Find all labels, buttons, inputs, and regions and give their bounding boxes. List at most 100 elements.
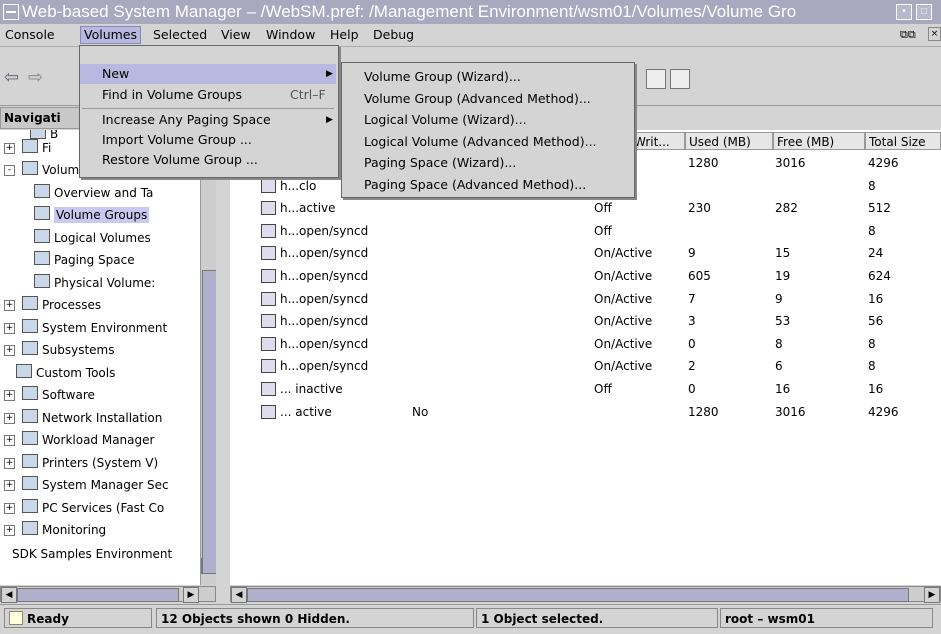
table-cell-state: On/Active bbox=[594, 269, 653, 283]
table-row[interactable]: h...open/syncd On/Active 9 15 24 bbox=[230, 242, 941, 264]
table-cell-name: ... inactive bbox=[280, 382, 343, 396]
menu-console-label: Console bbox=[5, 27, 55, 42]
column-header-free[interactable]: Free (MB) bbox=[773, 132, 865, 150]
table-row[interactable]: h...open/syncd On/Active 605 19 624 bbox=[230, 265, 941, 287]
menu-selected[interactable]: Selected bbox=[150, 27, 210, 43]
column-header-total[interactable]: Total Size bbox=[865, 132, 941, 150]
tree-item-label: PC Services (Fast Co bbox=[42, 501, 165, 515]
minimize-icon[interactable]: • bbox=[896, 4, 912, 20]
table-row[interactable]: ... inactive Off 0 16 16 bbox=[230, 378, 941, 400]
scroll-right-arrow-icon[interactable]: ▶ bbox=[183, 587, 199, 603]
window-menu-icon[interactable] bbox=[3, 4, 19, 20]
table-row[interactable]: h...open/syncd On/Active 3 53 56 bbox=[230, 310, 941, 332]
menu-console[interactable]: Console bbox=[2, 27, 58, 43]
table-row[interactable]: h...open/syncd On/Active 0 8 8 bbox=[230, 333, 941, 355]
menu-item-increase-paging-label: Increase Any Paging Space bbox=[102, 112, 271, 127]
subsystems-icon bbox=[22, 341, 38, 355]
table-cell-state: Off bbox=[594, 201, 612, 216]
undock-icon[interactable]: ⧉⧉ bbox=[900, 28, 916, 42]
menu-item-new[interactable]: New ▶ bbox=[80, 64, 336, 84]
menu-selected-label: Selected bbox=[153, 27, 208, 42]
submenu-item[interactable]: Volume Group (Advanced Method)... bbox=[342, 89, 632, 109]
tree-item-label: System Environment bbox=[42, 321, 168, 335]
expand-icon[interactable]: + bbox=[4, 503, 15, 514]
expand-icon[interactable]: + bbox=[4, 390, 15, 401]
table-cell-total: 4296 bbox=[868, 156, 899, 170]
expand-icon[interactable]: + bbox=[4, 300, 15, 311]
expand-icon[interactable]: + bbox=[4, 413, 15, 424]
tree-item-label: Printers (System V) bbox=[42, 456, 159, 470]
table-row[interactable]: ... active No 1280 3016 4296 bbox=[230, 401, 941, 423]
submenu-item[interactable]: Paging Space (Wizard)... bbox=[342, 153, 632, 173]
menu-separator bbox=[82, 108, 334, 109]
forward-arrow-icon[interactable]: ⇨ bbox=[28, 67, 43, 88]
menu-item-increase-paging[interactable]: Increase Any Paging Space ▶ bbox=[80, 110, 336, 130]
tree-view-icon[interactable] bbox=[646, 69, 666, 89]
table-row[interactable]: h...open/syncd On/Active 7 9 16 bbox=[230, 288, 941, 310]
menu-debug-label: Debug bbox=[373, 27, 415, 42]
table-cell-name: ... active bbox=[280, 404, 332, 419]
window-title-bar[interactable]: Web-based System Manager – /WebSM.pref: … bbox=[0, 0, 941, 24]
table-cell-name: h...active bbox=[280, 201, 336, 216]
table-cell-name: h...open/syncd bbox=[280, 314, 369, 329]
table-cell-state: Off bbox=[594, 382, 612, 396]
network-install-icon bbox=[22, 409, 38, 423]
submenu-item[interactable]: Volume Group (Wizard)... bbox=[342, 67, 632, 87]
scroll-left-arrow-icon[interactable]: ◀ bbox=[1, 587, 17, 603]
pane-splitter[interactable] bbox=[216, 107, 230, 587]
submenu-item[interactable]: Paging Space (Advanced Method)... bbox=[342, 175, 632, 195]
table-row[interactable]: h...active Off 230 282 512 bbox=[230, 197, 941, 219]
menu-item-find[interactable]: Find in Volume Groups Ctrl–F bbox=[80, 85, 336, 105]
menu-view[interactable]: View bbox=[218, 27, 254, 43]
tree-horizontal-scrollbar[interactable]: ◀ ▶ bbox=[0, 586, 216, 603]
close-icon[interactable]: × bbox=[928, 27, 941, 41]
expand-icon[interactable]: + bbox=[4, 323, 15, 334]
column-header-writ[interactable]: Writ... bbox=[630, 132, 685, 150]
navigation-tree: B + Fi - Volumes Overview and Ta Volume Groups… bbox=[0, 130, 200, 585]
collapse-icon[interactable]: - bbox=[4, 165, 15, 176]
details-view-icon[interactable] bbox=[670, 69, 690, 89]
tree-item-label: Paging Space bbox=[54, 253, 135, 267]
menu-window[interactable]: Window bbox=[263, 27, 318, 43]
menu-item-restore[interactable]: Restore Volume Group ... bbox=[80, 150, 336, 170]
submenu-item-label: Paging Space (Wizard)... bbox=[364, 155, 517, 170]
menu-debug[interactable]: Debug bbox=[370, 27, 417, 43]
table-cell-used: 605 bbox=[688, 269, 711, 283]
expand-icon[interactable]: + bbox=[4, 480, 15, 491]
table-cell-total: 624 bbox=[868, 269, 891, 283]
tree-hscroll-thumb[interactable] bbox=[17, 588, 179, 602]
tree-vertical-scrollbar[interactable]: ▼ bbox=[200, 130, 218, 585]
table-scroll-left-arrow-icon[interactable]: ◀ bbox=[231, 587, 247, 603]
table-horizontal-scrollbar[interactable]: ◀ ▶ bbox=[230, 586, 941, 603]
table-hscroll-thumb[interactable] bbox=[247, 588, 909, 602]
volume-row-icon bbox=[261, 314, 276, 329]
back-arrow-icon[interactable]: ⇦ bbox=[4, 67, 19, 88]
maximize-icon[interactable]: □ bbox=[916, 4, 932, 20]
volume-row-icon bbox=[261, 404, 276, 419]
submenu-item-label: Volume Group (Wizard)... bbox=[364, 69, 521, 84]
monitoring-icon bbox=[22, 521, 38, 535]
table-cell-state: On/Active bbox=[594, 314, 653, 329]
expand-icon[interactable]: + bbox=[4, 345, 15, 356]
window-title: Web-based System Manager – /WebSM.pref: … bbox=[22, 2, 797, 21]
menu-help[interactable]: Help bbox=[327, 27, 362, 43]
table-row[interactable]: h...open/syncd On/Active 2 6 8 bbox=[230, 355, 941, 377]
table-cell-total: 8 bbox=[868, 178, 876, 193]
table-row[interactable]: h...open/syncd Off 8 bbox=[230, 220, 941, 242]
submenu-item[interactable]: Logical Volume (Wizard)... bbox=[342, 110, 632, 130]
system-env-icon bbox=[22, 319, 38, 333]
tree-scroll-thumb[interactable] bbox=[202, 270, 217, 574]
expand-icon[interactable]: + bbox=[4, 458, 15, 469]
expand-icon[interactable]: + bbox=[4, 435, 15, 446]
table-cell-used: 1280 bbox=[688, 156, 719, 170]
expand-icon[interactable]: + bbox=[4, 143, 15, 154]
expand-icon[interactable]: + bbox=[4, 525, 15, 536]
table-cell-free: 15 bbox=[775, 246, 791, 261]
table-cell-free: 3016 bbox=[775, 156, 806, 170]
table-scroll-right-arrow-icon[interactable]: ▶ bbox=[924, 587, 940, 603]
menu-window-label: Window bbox=[266, 27, 316, 42]
menu-item-import[interactable]: Import Volume Group ... bbox=[80, 130, 336, 150]
menu-volumes[interactable]: Volumes bbox=[80, 26, 142, 44]
column-header-used[interactable]: Used (MB) bbox=[685, 132, 773, 150]
submenu-item[interactable]: Logical Volume (Advanced Method)... bbox=[342, 132, 632, 152]
